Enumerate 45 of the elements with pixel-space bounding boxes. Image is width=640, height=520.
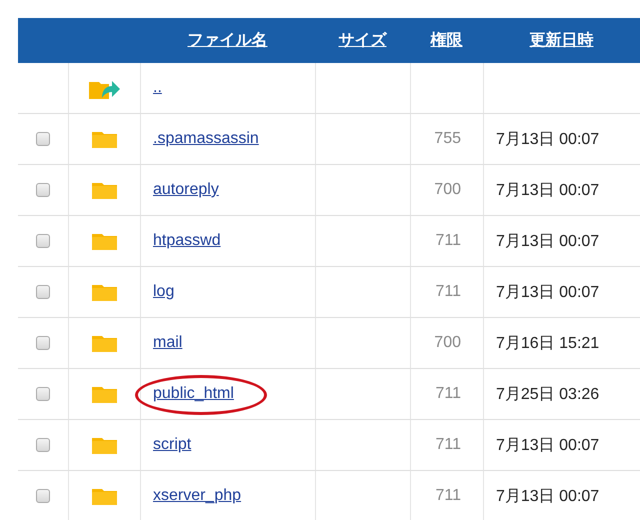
permission-text: 700 — [434, 334, 461, 352]
row-checkbox[interactable] — [36, 438, 50, 452]
permission-text: 700 — [434, 181, 461, 199]
modified-date-text: 7月13日 00:07 — [496, 282, 600, 302]
row-checkbox[interactable] — [36, 183, 50, 197]
column-header-link[interactable]: ファイル名 — [188, 30, 268, 51]
permission-text: 711 — [435, 232, 461, 250]
parent-folder-link[interactable]: .. — [153, 79, 162, 97]
folder-name-link[interactable]: public_html — [153, 385, 234, 403]
permission-text: 711 — [435, 487, 461, 505]
folder-name-link[interactable]: htpasswd — [153, 232, 221, 250]
folder-name-link[interactable]: mail — [153, 334, 182, 352]
row-checkbox[interactable] — [36, 336, 50, 350]
modified-date-text: 7月25日 03:26 — [496, 384, 600, 404]
folder-icon — [91, 282, 118, 302]
modified-date-text: 7月13日 00:07 — [496, 486, 600, 506]
permission-text: 755 — [434, 130, 461, 148]
modified-date-text: 7月13日 00:07 — [496, 180, 600, 200]
folder-icon — [91, 435, 118, 455]
folder-name-link[interactable]: .spamassassin — [153, 130, 259, 148]
column-header-link[interactable]: 更新日時 — [530, 30, 594, 51]
row-checkbox[interactable] — [36, 285, 50, 299]
folder-icon — [91, 129, 118, 149]
folder-name-link[interactable]: log — [153, 283, 174, 301]
modified-date-text: 7月16日 15:21 — [496, 334, 600, 354]
folder-icon — [91, 333, 118, 353]
folder-name-link[interactable]: xserver_php — [153, 487, 242, 505]
row-checkbox[interactable] — [36, 489, 50, 503]
folder-name-link[interactable]: script — [153, 436, 192, 454]
permission-text: 711 — [435, 436, 461, 454]
folder-icon — [91, 384, 118, 404]
folder-icon — [91, 486, 118, 506]
row-checkbox[interactable] — [36, 387, 50, 401]
modified-date-text: 7月13日 00:07 — [496, 232, 600, 252]
row-checkbox[interactable] — [36, 132, 50, 146]
folder-name-link[interactable]: autoreply — [153, 181, 219, 199]
folder-icon — [91, 180, 118, 200]
modified-date-text: 7月13日 00:07 — [496, 130, 600, 150]
modified-date-text: 7月13日 00:07 — [496, 436, 600, 456]
permission-text: 711 — [435, 385, 461, 403]
column-header-link[interactable]: 権限 — [430, 30, 462, 51]
permission-text: 711 — [435, 283, 461, 301]
row-checkbox[interactable] — [36, 234, 50, 248]
folder-icon — [91, 231, 118, 251]
column-header-link[interactable]: サイズ — [338, 30, 386, 51]
